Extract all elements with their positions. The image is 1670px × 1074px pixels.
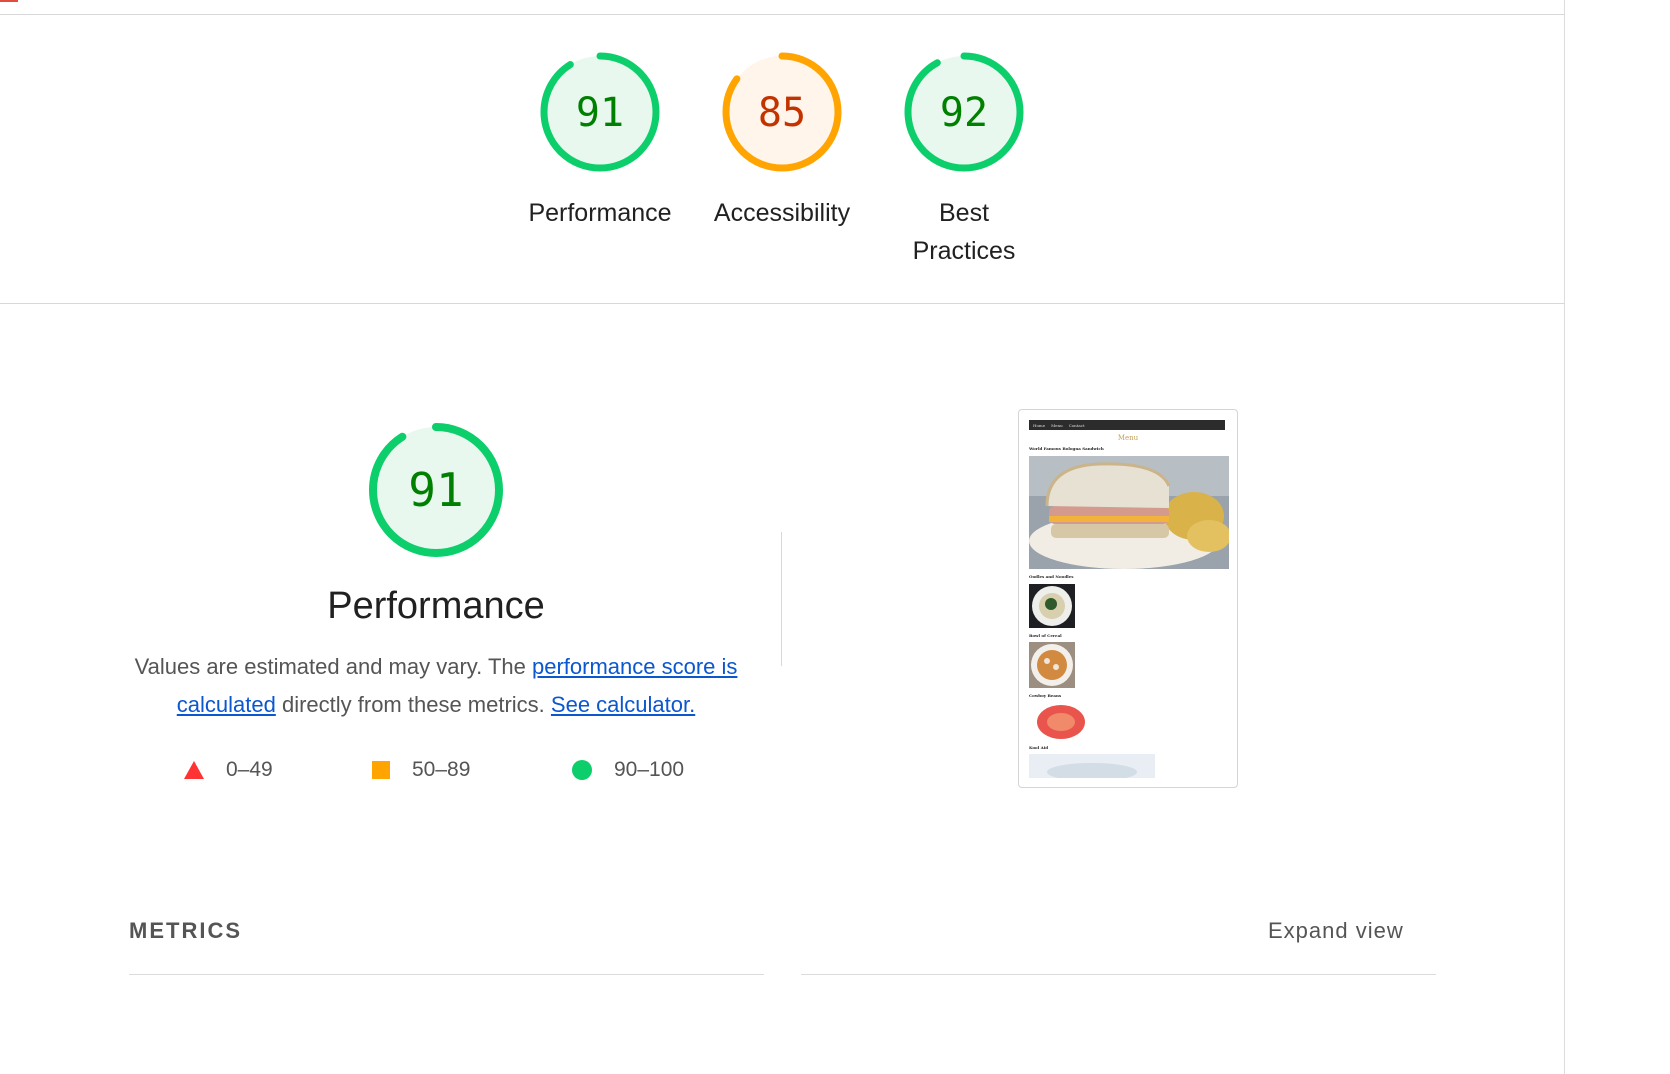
gauge-best-practices[interactable]: 92 Best Practices: [884, 50, 1044, 270]
gauge-accessibility[interactable]: 85 Accessibility: [702, 50, 862, 232]
performance-gauge-large: 91: [366, 420, 506, 565]
gauge-performance[interactable]: 91 Performance: [520, 50, 680, 232]
metrics-divider-right: [801, 974, 1436, 975]
gauge-score: 85: [758, 90, 806, 136]
page-screenshot-thumbnail[interactable]: Home Menu Contact Menu World Famous Bolo…: [1018, 409, 1238, 788]
thumb-heading: Menu: [1117, 434, 1139, 442]
square-icon: [372, 761, 390, 779]
thumb-image-sandwich: [1029, 456, 1229, 569]
gauge-performance-ring: 91: [540, 52, 660, 172]
legend-range: 0–49: [226, 758, 273, 781]
thumb-caption: Oodles and Noodles: [1029, 574, 1074, 579]
legend-range: 90–100: [614, 758, 685, 781]
metrics-heading: METRICS: [129, 918, 242, 943]
gauge-best-practices-ring: 92: [904, 52, 1024, 172]
performance-title: Performance: [327, 585, 545, 627]
gauge-score: 91: [576, 90, 624, 136]
thumb-image-cereal: [1029, 642, 1075, 688]
thumb-nav-item: Contact: [1068, 422, 1085, 428]
metrics-divider-left: [129, 974, 764, 975]
desc-text-1: Values are estimated and may vary. The: [134, 654, 532, 679]
circle-icon: [572, 760, 592, 780]
thumb-caption: Bowl of Cereal: [1029, 633, 1062, 638]
thumb-nav-item: Home: [1033, 422, 1046, 428]
thumb-image-beans: [1029, 702, 1087, 740]
vertical-divider: [781, 532, 782, 666]
thumb-nav-item: Menu: [1051, 422, 1063, 428]
thumb-image-noodles: [1029, 584, 1075, 628]
gauge-label: Best Practices: [912, 199, 1016, 265]
desc-text-2: directly from these metrics.: [275, 692, 551, 717]
thumb-caption: World Famous Bologna Sandwich: [1029, 446, 1104, 451]
performance-description: Values are estimated and may vary. The p…: [130, 648, 742, 724]
top-divider: [0, 14, 1565, 15]
gauge-label: Performance: [528, 199, 672, 227]
top-accent-mark: [0, 0, 18, 2]
section-divider: [0, 303, 1565, 304]
thumb-nav-bar: Home Menu Contact: [1029, 420, 1225, 430]
thumb-caption: Kool Aid: [1029, 745, 1049, 750]
legend-range: 50–89: [412, 758, 471, 781]
expand-view-button[interactable]: Expand view: [1268, 918, 1404, 944]
gauge-label: Accessibility: [713, 199, 851, 227]
thumb-caption: Cowboy Beans: [1029, 693, 1062, 698]
score-legend: 0–49 50–89 90–100: [180, 758, 740, 788]
see-calculator-link[interactable]: See calculator.: [551, 692, 695, 717]
legend-fail: 0–49: [184, 758, 273, 782]
gauge-score: 92: [940, 90, 988, 136]
gauge-accessibility-ring: 85: [722, 52, 842, 172]
triangle-icon: [184, 761, 204, 779]
legend-average: 50–89: [372, 758, 470, 782]
legend-pass: 90–100: [572, 758, 684, 782]
thumb-image-koolaid: [1029, 754, 1155, 778]
right-border: [1564, 0, 1565, 1074]
performance-ring-large: 91: [369, 423, 503, 557]
performance-score: 91: [408, 463, 463, 517]
